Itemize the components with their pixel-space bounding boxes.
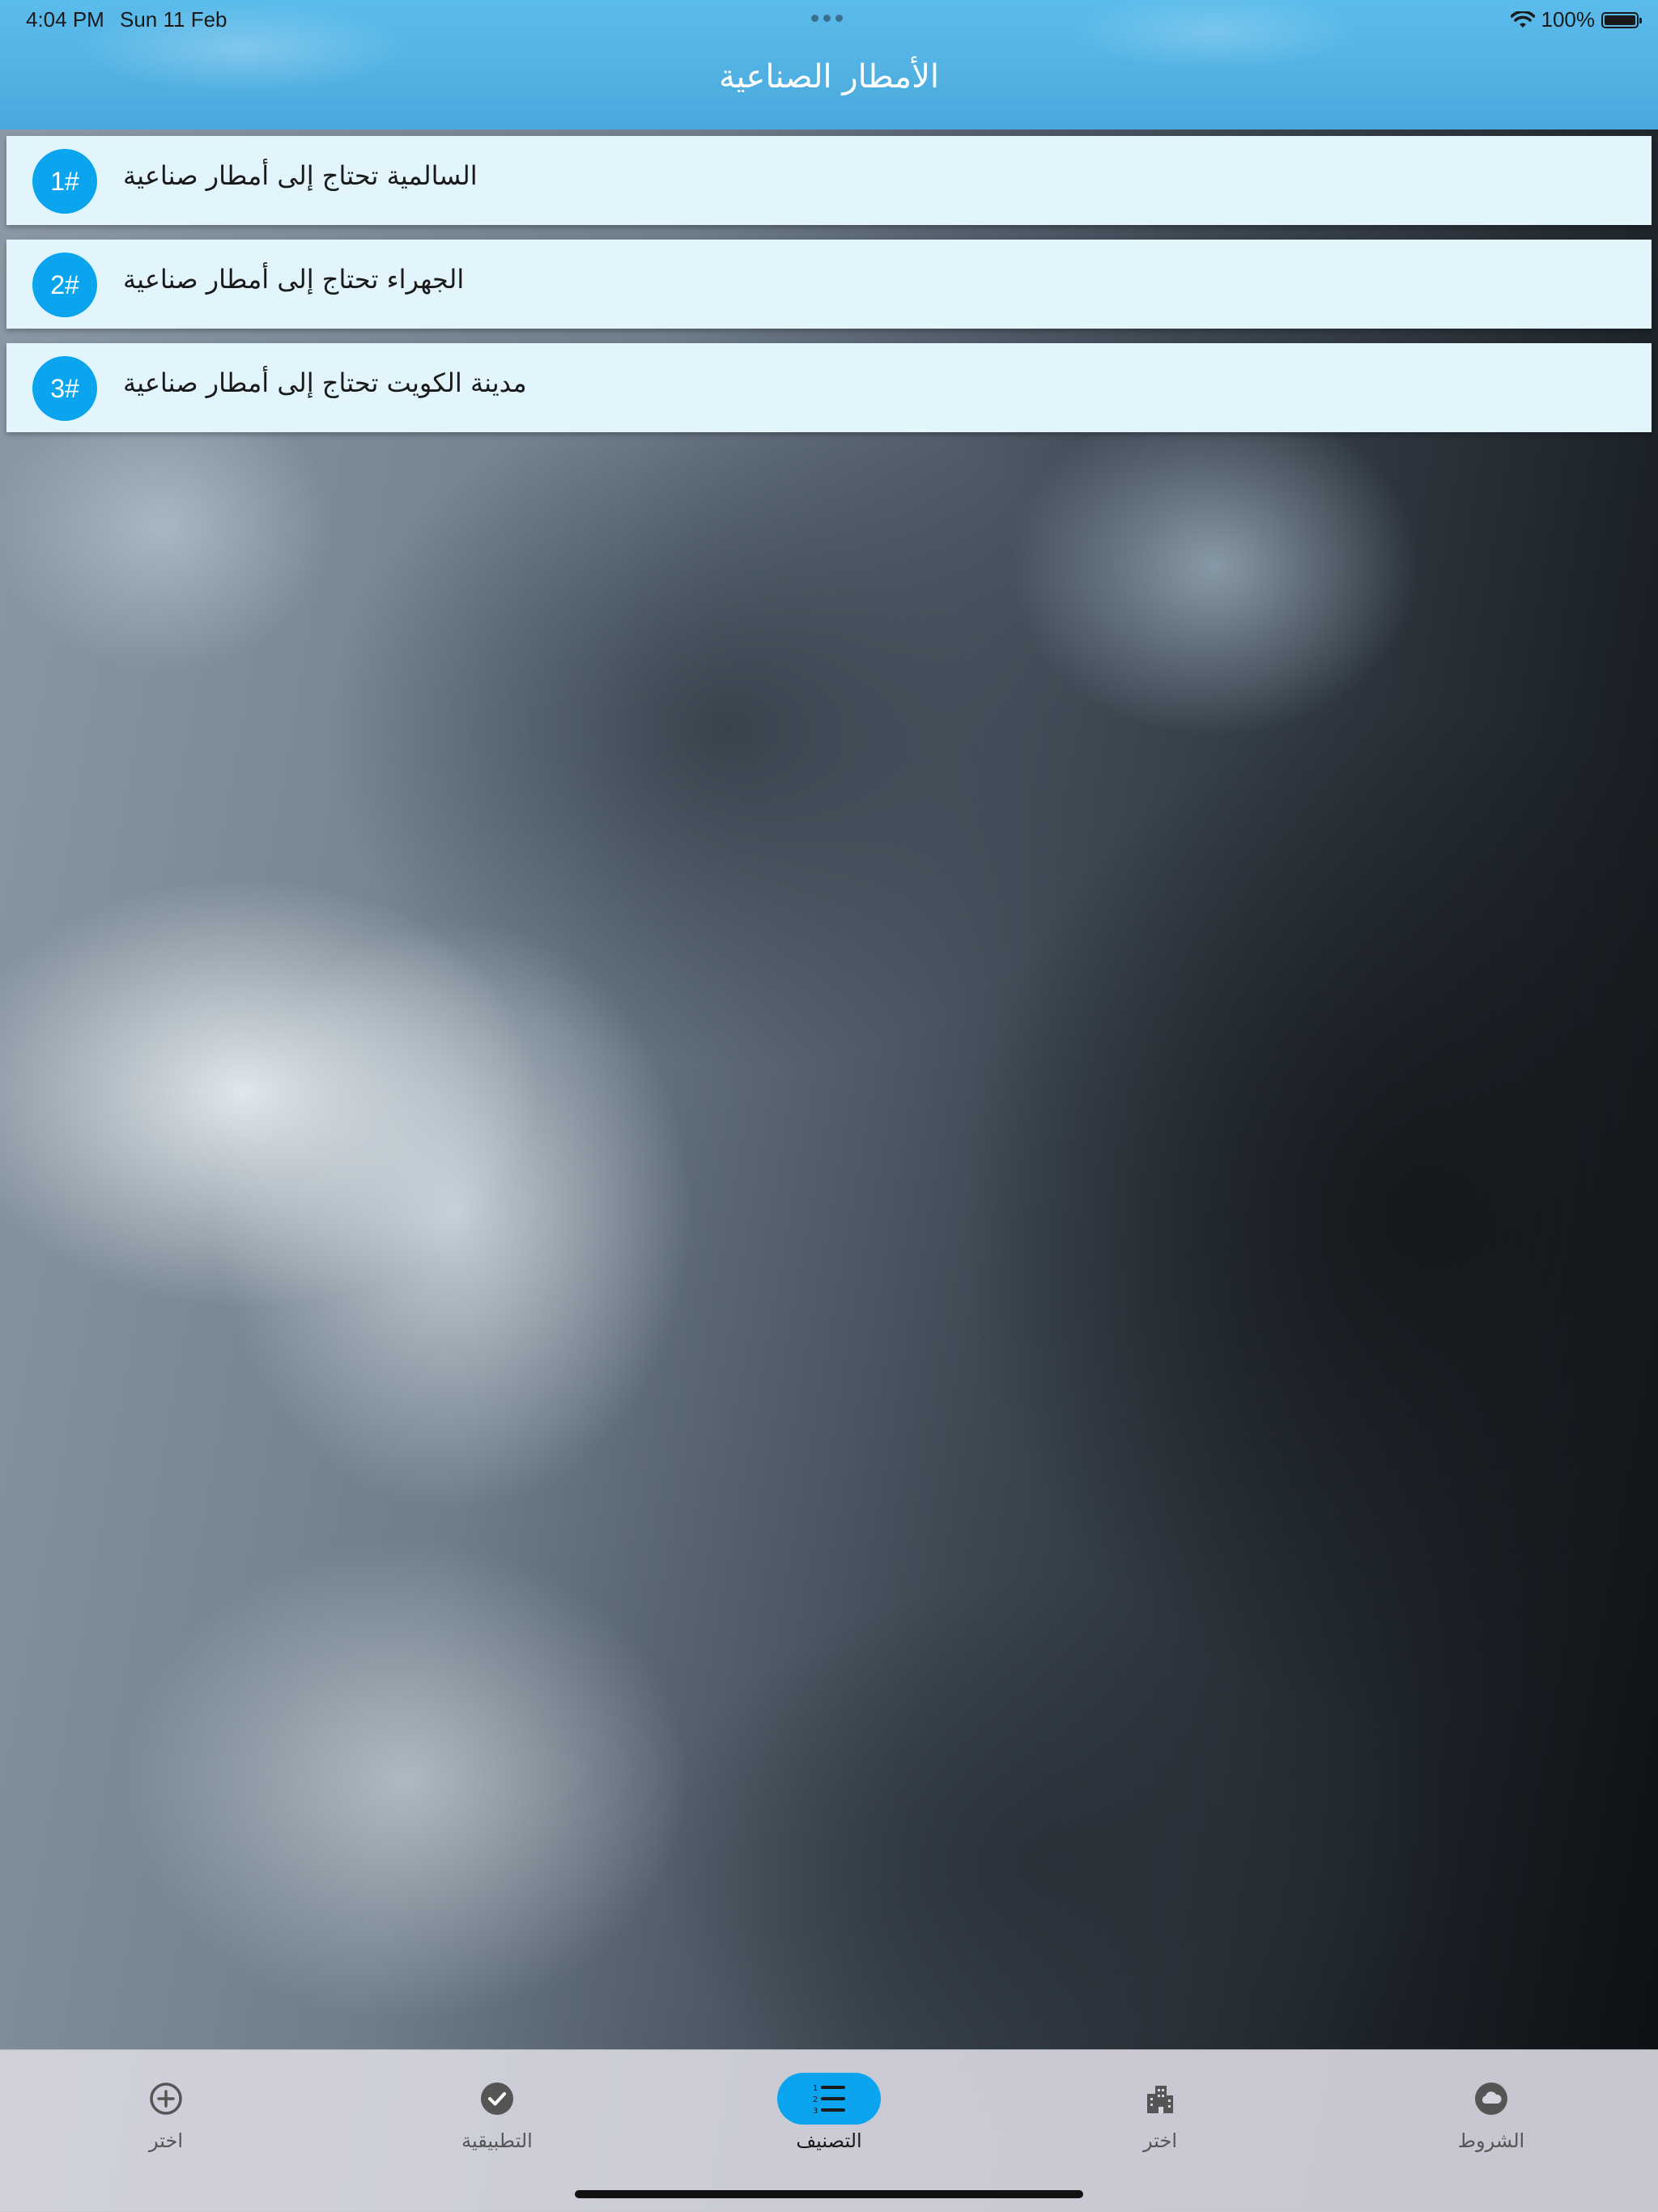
numbered-list-icon: 1 2 3: [813, 2084, 845, 2116]
status-date: Sun 11 Feb: [120, 7, 227, 32]
tab-classification[interactable]: 1 2 3 التصنيف: [732, 2073, 926, 2170]
list-item[interactable]: 1# السالمية تحتاج إلى أمطار صناعية: [6, 136, 1652, 225]
tab-icon-wrap: [114, 2073, 218, 2125]
header: 4:04 PM Sun 11 Feb 100% الأمطار الصناعية: [0, 0, 1658, 129]
status-indicators: 100%: [1510, 7, 1642, 32]
item-number-badge: 3#: [32, 356, 97, 421]
check-circle-icon: [481, 2083, 513, 2115]
tab-label: التصنيف: [796, 2129, 862, 2152]
list-item[interactable]: 2# الجهراء تحتاج إلى أمطار صناعية: [6, 240, 1652, 329]
tab-conditions[interactable]: الشروط: [1394, 2073, 1588, 2170]
wifi-icon: [1510, 11, 1535, 28]
item-number-badge: 2#: [32, 253, 97, 317]
item-text: السالمية تحتاج إلى أمطار صناعية: [123, 160, 478, 191]
tab-label: اختر: [1143, 2129, 1177, 2152]
page-title: الأمطار الصناعية: [718, 58, 939, 96]
tab-icon-wrap: [1439, 2073, 1543, 2125]
tab-icon-wrap: 1 2 3: [777, 2073, 881, 2125]
svg-text:2: 2: [813, 2095, 818, 2104]
request-list: 1# السالمية تحتاج إلى أمطار صناعية 2# ال…: [6, 136, 1652, 447]
home-indicator[interactable]: [575, 2190, 1083, 2198]
tab-bar: اختر التطبيقية 1 2 3 التصنيف اختر الشروط: [0, 2049, 1658, 2212]
item-text: مدينة الكويت تحتاج إلى أمطار صناعية: [123, 367, 527, 398]
tab-label: اختر: [149, 2129, 183, 2152]
cloud-circle-icon: [1475, 2083, 1507, 2115]
battery-icon: [1601, 11, 1642, 28]
multitasking-dots-icon[interactable]: [811, 15, 843, 22]
plus-circle-icon: [150, 2083, 182, 2115]
svg-text:1: 1: [813, 2084, 818, 2093]
item-number-badge: 1#: [32, 149, 97, 214]
tab-applied[interactable]: التطبيقية: [400, 2073, 594, 2170]
status-bar: 4:04 PM Sun 11 Feb 100%: [0, 0, 1658, 39]
building-icon: [1147, 2086, 1173, 2113]
tab-icon-wrap: [445, 2073, 549, 2125]
tab-label: الشروط: [1457, 2129, 1525, 2152]
status-time: 4:04 PM: [26, 7, 104, 32]
tab-choose-building[interactable]: اختر: [1063, 2073, 1257, 2170]
svg-text:3: 3: [813, 2107, 818, 2116]
tab-label: التطبيقية: [461, 2129, 533, 2152]
item-text: الجهراء تحتاج إلى أمطار صناعية: [123, 264, 465, 295]
battery-percentage: 100%: [1541, 7, 1596, 32]
list-item[interactable]: 3# مدينة الكويت تحتاج إلى أمطار صناعية: [6, 343, 1652, 432]
tab-icon-wrap: [1108, 2073, 1212, 2125]
tab-add[interactable]: اختر: [69, 2073, 263, 2170]
